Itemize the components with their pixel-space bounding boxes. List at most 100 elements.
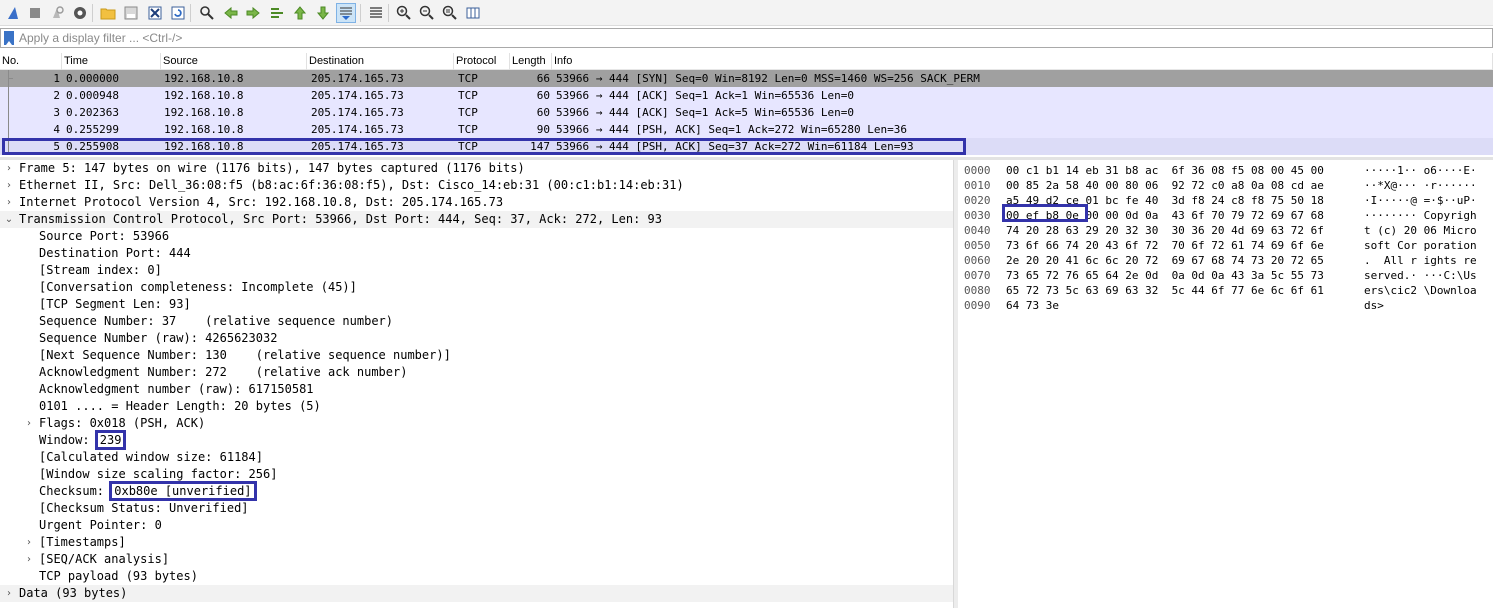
column-header-source[interactable]: Source — [161, 53, 307, 70]
find-packet-button[interactable] — [197, 3, 217, 23]
detail-tree-item[interactable]: [TCP Segment Len: 93] — [0, 296, 953, 313]
hex-dump-row[interactable]: 0080 65 72 73 5c 63 69 63 32 5c 44 6f 77 … — [958, 283, 1493, 298]
packet-cell-time: 0.255908 — [66, 140, 119, 153]
column-header-protocol[interactable]: Protocol — [454, 53, 510, 70]
detail-tree-item[interactable]: 0101 .... = Header Length: 20 bytes (5) — [0, 398, 953, 415]
hex-dump-row[interactable]: 0070 73 65 72 76 65 64 2e 0d 0a 0d 0a 43 … — [958, 268, 1493, 283]
ascii-bytes: ers\cic2 \Downloa — [1364, 284, 1477, 297]
display-filter-input[interactable] — [19, 29, 1479, 47]
detail-tree-item[interactable]: [Next Sequence Number: 130 (relative seq… — [0, 347, 953, 364]
detail-tree-item[interactable]: Destination Port: 444 — [0, 245, 953, 262]
packet-row[interactable]: 3 0.202363 192.168.10.8 205.174.165.73 TCP 60… — [0, 104, 1493, 121]
detail-tree-item[interactable]: ⌄ Transmission Control Protocol, Src Port… — [0, 211, 953, 228]
colorize-button[interactable] — [366, 3, 386, 23]
detail-tree-item[interactable]: TCP payload (93 bytes) — [0, 568, 953, 585]
hex-bytes: 00 c1 b1 14 eb 31 b8 ac 6f 36 08 f5 08 0… — [1006, 164, 1324, 177]
save-file-button[interactable] — [121, 3, 141, 23]
detail-tree-item[interactable]: › [Timestamps] — [0, 534, 953, 551]
hex-dump-row[interactable]: 0090 64 73 3e ds> — [958, 298, 1493, 313]
detail-tree-item[interactable]: Acknowledgment Number: 272 (relative ack… — [0, 364, 953, 381]
highlighted-value: 239 — [94, 430, 127, 450]
column-header-time[interactable]: Time — [62, 53, 161, 70]
detail-tree-item[interactable]: [Conversation completeness: Incomplete (… — [0, 279, 953, 296]
packet-cell-no: 1 — [53, 72, 60, 85]
chevron-right-icon[interactable]: › — [3, 585, 15, 602]
chevron-down-icon[interactable]: ⌄ — [3, 211, 15, 228]
detail-tree-item[interactable]: › Ethernet II, Src: Dell_36:08:f5 (b8:ac:… — [0, 177, 953, 194]
detail-text: [TCP Segment Len: 93] — [39, 296, 191, 313]
detail-tree-item[interactable]: Sequence Number: 37 (relative sequence n… — [0, 313, 953, 330]
detail-text: Urgent Pointer: 0 — [39, 517, 162, 534]
detail-text: [Stream index: 0] — [39, 262, 162, 279]
packet-cell-proto: TCP — [458, 140, 478, 153]
ascii-bytes: ·····1·· o6····E· — [1364, 164, 1477, 177]
packet-row[interactable]: 2 0.000948 192.168.10.8 205.174.165.73 TCP 60… — [0, 87, 1493, 104]
zoom-normal-button[interactable] — [440, 3, 460, 23]
toolbar-separator — [92, 4, 93, 22]
column-header-info[interactable]: Info — [552, 53, 1493, 70]
column-header-no[interactable]: No. — [0, 53, 62, 70]
chevron-right-icon[interactable]: › — [23, 534, 35, 551]
go-to-packet-button[interactable] — [267, 3, 287, 23]
autoscroll-button[interactable] — [336, 3, 356, 23]
zoom-in-button[interactable] — [394, 3, 414, 23]
hex-dump-row[interactable]: 0010 00 85 2a 58 40 00 80 06 92 72 c0 a8 … — [958, 178, 1493, 193]
packet-row[interactable]: 4 0.255299 192.168.10.8 205.174.165.73 TCP 90… — [0, 121, 1493, 138]
filter-bookmark-icon[interactable] — [4, 31, 14, 45]
detail-tree-item[interactable]: Urgent Pointer: 0 — [0, 517, 953, 534]
resize-columns-button[interactable] — [463, 3, 483, 23]
hex-dump-row[interactable]: 0050 73 6f 66 74 20 43 6f 72 70 6f 72 61 … — [958, 238, 1493, 253]
go-first-button[interactable] — [290, 3, 310, 23]
chevron-right-icon[interactable]: › — [23, 551, 35, 568]
column-header-destination[interactable]: Destination — [307, 53, 454, 70]
go-back-button[interactable] — [221, 3, 241, 23]
chevron-right-icon[interactable]: › — [23, 415, 35, 432]
go-forward-button[interactable] — [243, 3, 263, 23]
packet-cell-dst: 205.174.165.73 — [311, 89, 404, 102]
packet-row[interactable]: 1 0.000000 192.168.10.8 205.174.165.73 TCP 66… — [0, 70, 1493, 87]
hex-dump-row[interactable]: 0060 2e 20 20 41 6c 6c 20 72 69 67 68 74 … — [958, 253, 1493, 268]
detail-tree-item[interactable]: › Flags: 0x018 (PSH, ACK) — [0, 415, 953, 432]
detail-text: Acknowledgment number (raw): 617150581 — [39, 381, 314, 398]
zoom-out-button[interactable] — [417, 3, 437, 23]
detail-tree-item[interactable]: Window: 239 — [0, 430, 953, 450]
hex-dump-row[interactable]: 0000 00 c1 b1 14 eb 31 b8 ac 6f 36 08 f5 … — [958, 163, 1493, 178]
detail-tree-item[interactable]: Sequence Number (raw): 4265623032 — [0, 330, 953, 347]
restart-capture-button[interactable] — [47, 3, 67, 23]
detail-tree-item[interactable]: › Data (93 bytes) — [0, 585, 953, 602]
packet-cell-len: 60 — [536, 89, 550, 102]
chevron-right-icon[interactable]: › — [3, 194, 15, 211]
detail-text: Acknowledgment Number: 272 (relative ack… — [39, 364, 407, 381]
hex-offset: 0020 — [964, 194, 991, 207]
detail-tree-item[interactable]: Acknowledgment number (raw): 617150581 — [0, 381, 953, 398]
go-last-button[interactable] — [313, 3, 333, 23]
main-toolbar — [0, 0, 1493, 26]
hex-dump-row[interactable]: 0040 74 20 28 63 29 20 32 30 30 36 20 4d … — [958, 223, 1493, 238]
detail-tree-item[interactable]: [Calculated window size: 61184] — [0, 449, 953, 466]
detail-label: Checksum: — [39, 484, 112, 498]
close-file-button[interactable] — [145, 3, 165, 23]
detail-tree-item[interactable]: › [SEQ/ACK analysis] — [0, 551, 953, 568]
capture-options-button[interactable] — [70, 3, 90, 23]
detail-text: Data (93 bytes) — [19, 585, 127, 602]
detail-label: Ethernet II, Src: Dell_36:08:f5 (b8:ac:6… — [19, 178, 684, 192]
detail-text: Frame 5: 147 bytes on wire (1176 bits), … — [19, 160, 525, 177]
column-header-length[interactable]: Length — [510, 53, 552, 70]
open-file-button[interactable] — [98, 3, 118, 23]
detail-label: [TCP Segment Len: 93] — [39, 297, 191, 311]
reload-file-button[interactable] — [168, 3, 188, 23]
detail-tree-item[interactable]: › Internet Protocol Version 4, Src: 192.1… — [0, 194, 953, 211]
stop-capture-button[interactable] — [25, 3, 45, 23]
detail-tree-item[interactable]: Source Port: 53966 — [0, 228, 953, 245]
packet-row[interactable]: 5 0.255908 192.168.10.8 205.174.165.73 TCP 14… — [0, 138, 1493, 155]
detail-label: Internet Protocol Version 4, Src: 192.16… — [19, 195, 504, 209]
detail-tree-item[interactable]: Checksum: 0xb80e [unverified] — [0, 481, 953, 501]
chevron-right-icon[interactable]: › — [3, 160, 15, 177]
shark-fin-start-button[interactable] — [3, 3, 23, 23]
detail-text: [Checksum Status: Unverified] — [39, 500, 249, 517]
chevron-right-icon[interactable]: › — [3, 177, 15, 194]
go-last-icon — [316, 6, 330, 20]
detail-tree-item[interactable]: [Stream index: 0] — [0, 262, 953, 279]
detail-tree-item[interactable]: [Checksum Status: Unverified] — [0, 500, 953, 517]
detail-tree-item[interactable]: › Frame 5: 147 bytes on wire (1176 bits),… — [0, 160, 953, 177]
